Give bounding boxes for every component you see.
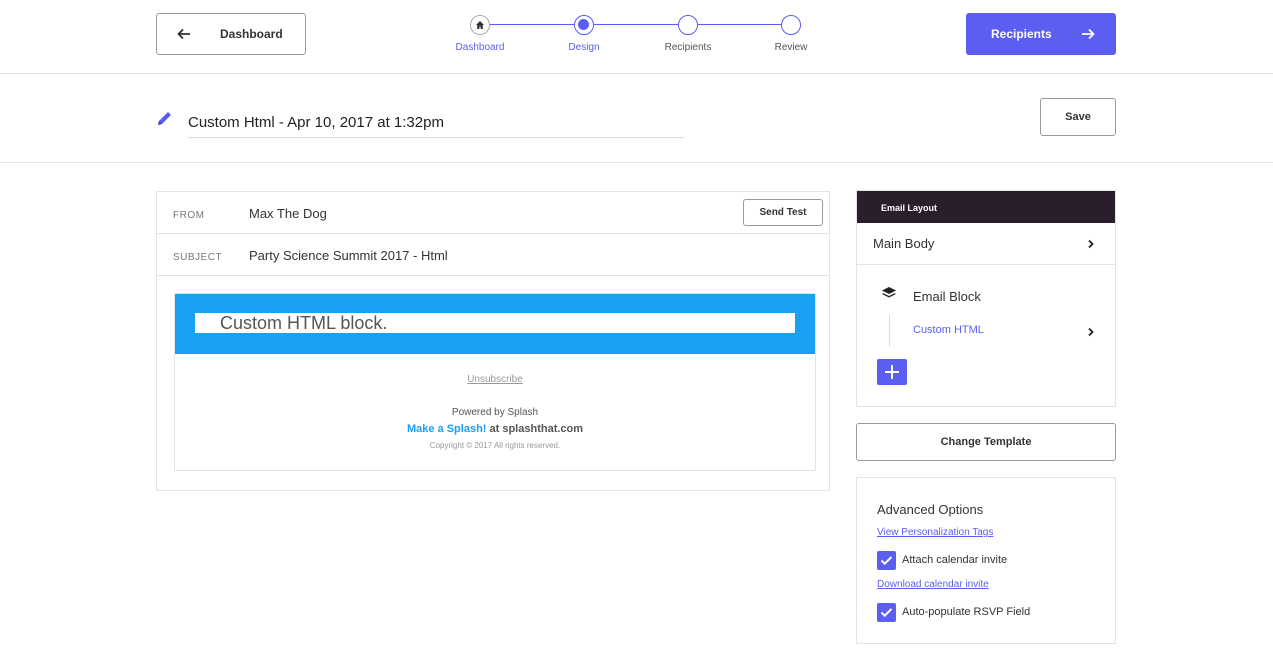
chevron-right-icon	[1088, 239, 1094, 249]
splash-site-text: at splashthat.com	[486, 423, 584, 435]
from-value[interactable]: Max The Dog	[249, 206, 327, 221]
email-layout-title: Email Layout	[881, 203, 938, 213]
step-connector	[698, 24, 782, 25]
custom-html-block[interactable]: Custom HTML block.	[175, 294, 815, 354]
unsubscribe-link[interactable]: Unsubscribe	[175, 374, 815, 385]
save-button[interactable]: Save	[1040, 98, 1116, 136]
checkmark-icon	[880, 556, 893, 566]
make-a-splash-line: Make a Splash! at splashthat.com	[175, 423, 815, 435]
auto-rsvp-checkbox[interactable]	[877, 603, 896, 622]
step-label-review: Review	[774, 42, 808, 53]
subject-value[interactable]: Party Science Summit 2017 - Html	[249, 248, 448, 263]
add-block-button[interactable]	[877, 359, 907, 385]
step-review[interactable]	[781, 15, 801, 35]
step-design[interactable]	[574, 15, 594, 35]
pencil-icon	[158, 112, 171, 125]
step-connector	[594, 24, 688, 25]
advanced-options-panel: Advanced Options View Personalization Ta…	[856, 477, 1116, 644]
main-body-item[interactable]: Main Body	[857, 223, 1115, 265]
layers-icon	[882, 287, 896, 298]
email-layout-header: Email Layout	[857, 191, 1115, 223]
progress-stepper: Dashboard Design Recipients Review	[440, 13, 840, 63]
email-editor-panel: FROM Max The Dog Send Test SUBJECT Party…	[156, 191, 830, 491]
back-button-label: Dashboard	[220, 27, 283, 41]
home-icon	[476, 21, 484, 29]
step-label-recipients: Recipients	[664, 42, 712, 53]
step-label-dashboard: Dashboard	[455, 42, 505, 53]
email-preview: Custom HTML block. Unsubscribe Powered b…	[174, 293, 816, 471]
view-personalization-tags-link[interactable]: View Personalization Tags	[877, 527, 993, 538]
custom-html-item[interactable]: Custom HTML	[913, 324, 984, 336]
next-button-label: Recipients	[991, 27, 1052, 41]
download-calendar-link[interactable]: Download calendar invite	[877, 579, 989, 590]
attach-calendar-checkbox[interactable]	[877, 551, 896, 570]
chevron-right-icon[interactable]	[1086, 327, 1096, 337]
step-dashboard[interactable]	[470, 15, 490, 35]
email-block-label: Email Block	[913, 289, 981, 304]
title-bar: Save	[0, 74, 1273, 163]
step-connector	[490, 24, 584, 25]
from-row: FROM Max The Dog Send Test	[157, 192, 829, 234]
from-label: FROM	[173, 210, 205, 221]
step-recipients[interactable]	[678, 15, 698, 35]
step-label-design: Design	[568, 42, 600, 53]
arrow-right-icon	[1082, 28, 1095, 40]
checkmark-icon	[880, 608, 893, 618]
powered-by-text: Powered by Splash	[451, 407, 539, 418]
auto-rsvp-label: Auto-populate RSVP Field	[902, 606, 1031, 618]
plus-icon	[885, 365, 899, 379]
email-layout-panel: Email Layout Main Body Email Block Custo…	[856, 190, 1116, 407]
back-to-dashboard-button[interactable]: Dashboard	[156, 13, 306, 55]
send-test-button[interactable]: Send Test	[743, 199, 823, 226]
subject-row: SUBJECT Party Science Summit 2017 - Html	[157, 234, 829, 276]
advanced-options-title: Advanced Options	[877, 502, 984, 517]
campaign-title-input[interactable]	[188, 104, 684, 138]
main-body-label: Main Body	[873, 236, 935, 251]
make-a-splash-link[interactable]: Make a Splash!	[407, 423, 486, 435]
subject-label: SUBJECT	[173, 252, 223, 263]
attach-calendar-label: Attach calendar invite	[902, 554, 1008, 566]
change-template-button[interactable]: Change Template	[856, 423, 1116, 461]
tree-connector	[889, 315, 890, 347]
top-bar: Dashboard Dashboard Design Recipients Re…	[0, 0, 1273, 74]
copyright-text: Copyright © 2017 All rights reserved.	[429, 441, 561, 450]
arrow-left-icon	[177, 28, 190, 40]
next-recipients-button[interactable]: Recipients	[966, 13, 1116, 55]
custom-html-block-text: Custom HTML block.	[195, 313, 795, 333]
